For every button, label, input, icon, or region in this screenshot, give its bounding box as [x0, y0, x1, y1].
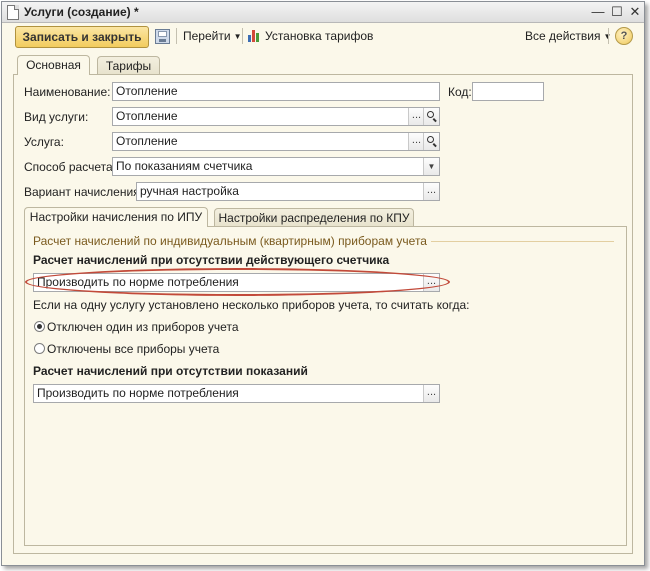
help-button[interactable]: ?: [615, 27, 633, 45]
toolbar-separator: [242, 28, 243, 44]
service-kind-label: Вид услуги:: [24, 110, 89, 124]
chevron-down-icon: ▼: [233, 32, 242, 41]
select-button[interactable]: ...: [423, 183, 439, 200]
search-icon[interactable]: [423, 108, 439, 125]
no-readings-field[interactable]: Производить по норме потребления ...: [33, 384, 440, 403]
goto-menu[interactable]: Перейти ▼: [183, 29, 241, 43]
tab-tariffs[interactable]: Тарифы: [97, 56, 160, 75]
save-icon[interactable]: [155, 29, 170, 44]
accrual-variant-field[interactable]: ручная настройка ...: [136, 182, 440, 201]
service-field[interactable]: Отопление ...: [112, 132, 440, 151]
tariffs-setup-button[interactable]: Установка тарифов: [265, 29, 373, 43]
goto-label: Перейти: [183, 29, 231, 43]
highlight-annotation: [25, 268, 450, 296]
window-title: Услуги (создание) *: [24, 5, 139, 19]
document-icon: [7, 5, 19, 20]
radio-one-off-label[interactable]: Отключен один из приборов учета: [47, 320, 239, 334]
no-readings-value: Производить по норме потребления: [37, 386, 239, 400]
code-label: Код:: [448, 85, 472, 99]
title-bar: Услуги (создание) * — ☐ ✕: [2, 2, 644, 23]
no-readings-heading: Расчет начислений при отсутствии показан…: [33, 364, 308, 378]
name-field[interactable]: Отопление: [112, 82, 440, 101]
bar-chart-icon: [248, 29, 262, 42]
multi-meter-question: Если на одну услугу установлено нескольк…: [33, 298, 470, 312]
accrual-variant-value: ручная настройка: [140, 184, 239, 198]
ipu-group-title: Расчет начислений по индивидуальным (ква…: [33, 234, 431, 248]
calc-method-value: По показаниям счетчика: [116, 159, 253, 173]
radio-all-off[interactable]: [34, 343, 45, 354]
code-field[interactable]: [472, 82, 544, 101]
select-button[interactable]: ...: [423, 385, 439, 402]
service-create-window: Услуги (создание) * — ☐ ✕ Записать и зак…: [1, 1, 645, 566]
select-button[interactable]: ...: [408, 133, 424, 150]
radio-all-off-label[interactable]: Отключены все приборы учета: [47, 342, 219, 356]
close-icon[interactable]: ✕: [627, 4, 643, 20]
search-icon[interactable]: [423, 133, 439, 150]
tab-kpu-settings[interactable]: Настройки распределения по КПУ: [214, 208, 414, 227]
minimize-icon[interactable]: —: [590, 4, 606, 20]
service-value: Отопление: [116, 134, 178, 148]
accrual-variant-label: Вариант начисления:: [24, 185, 144, 199]
select-button[interactable]: ...: [408, 108, 424, 125]
toolbar-separator: [176, 28, 177, 44]
chevron-down-icon[interactable]: ▼: [423, 158, 439, 175]
command-bar: Записать и закрыть Перейти ▼ Установка та…: [2, 23, 644, 51]
save-and-close-button[interactable]: Записать и закрыть: [15, 26, 149, 48]
service-label: Услуга:: [24, 135, 64, 149]
name-label: Наименование:: [24, 85, 111, 99]
maximize-icon[interactable]: ☐: [609, 4, 625, 20]
calc-method-select[interactable]: По показаниям счетчика ▼: [112, 157, 440, 176]
service-kind-value: Отопление: [116, 109, 178, 123]
tab-main[interactable]: Основная: [17, 55, 90, 75]
all-actions-label: Все действия: [525, 29, 601, 43]
all-actions-menu[interactable]: Все действия▼: [525, 29, 611, 43]
tab-ipu-settings[interactable]: Настройки начисления по ИПУ: [24, 207, 208, 227]
no-meter-heading: Расчет начислений при отсутствии действу…: [33, 253, 390, 267]
toolbar-separator: [608, 28, 609, 44]
radio-one-off[interactable]: [34, 321, 45, 332]
calc-method-label: Способ расчета:: [24, 160, 116, 174]
service-kind-field[interactable]: Отопление ...: [112, 107, 440, 126]
